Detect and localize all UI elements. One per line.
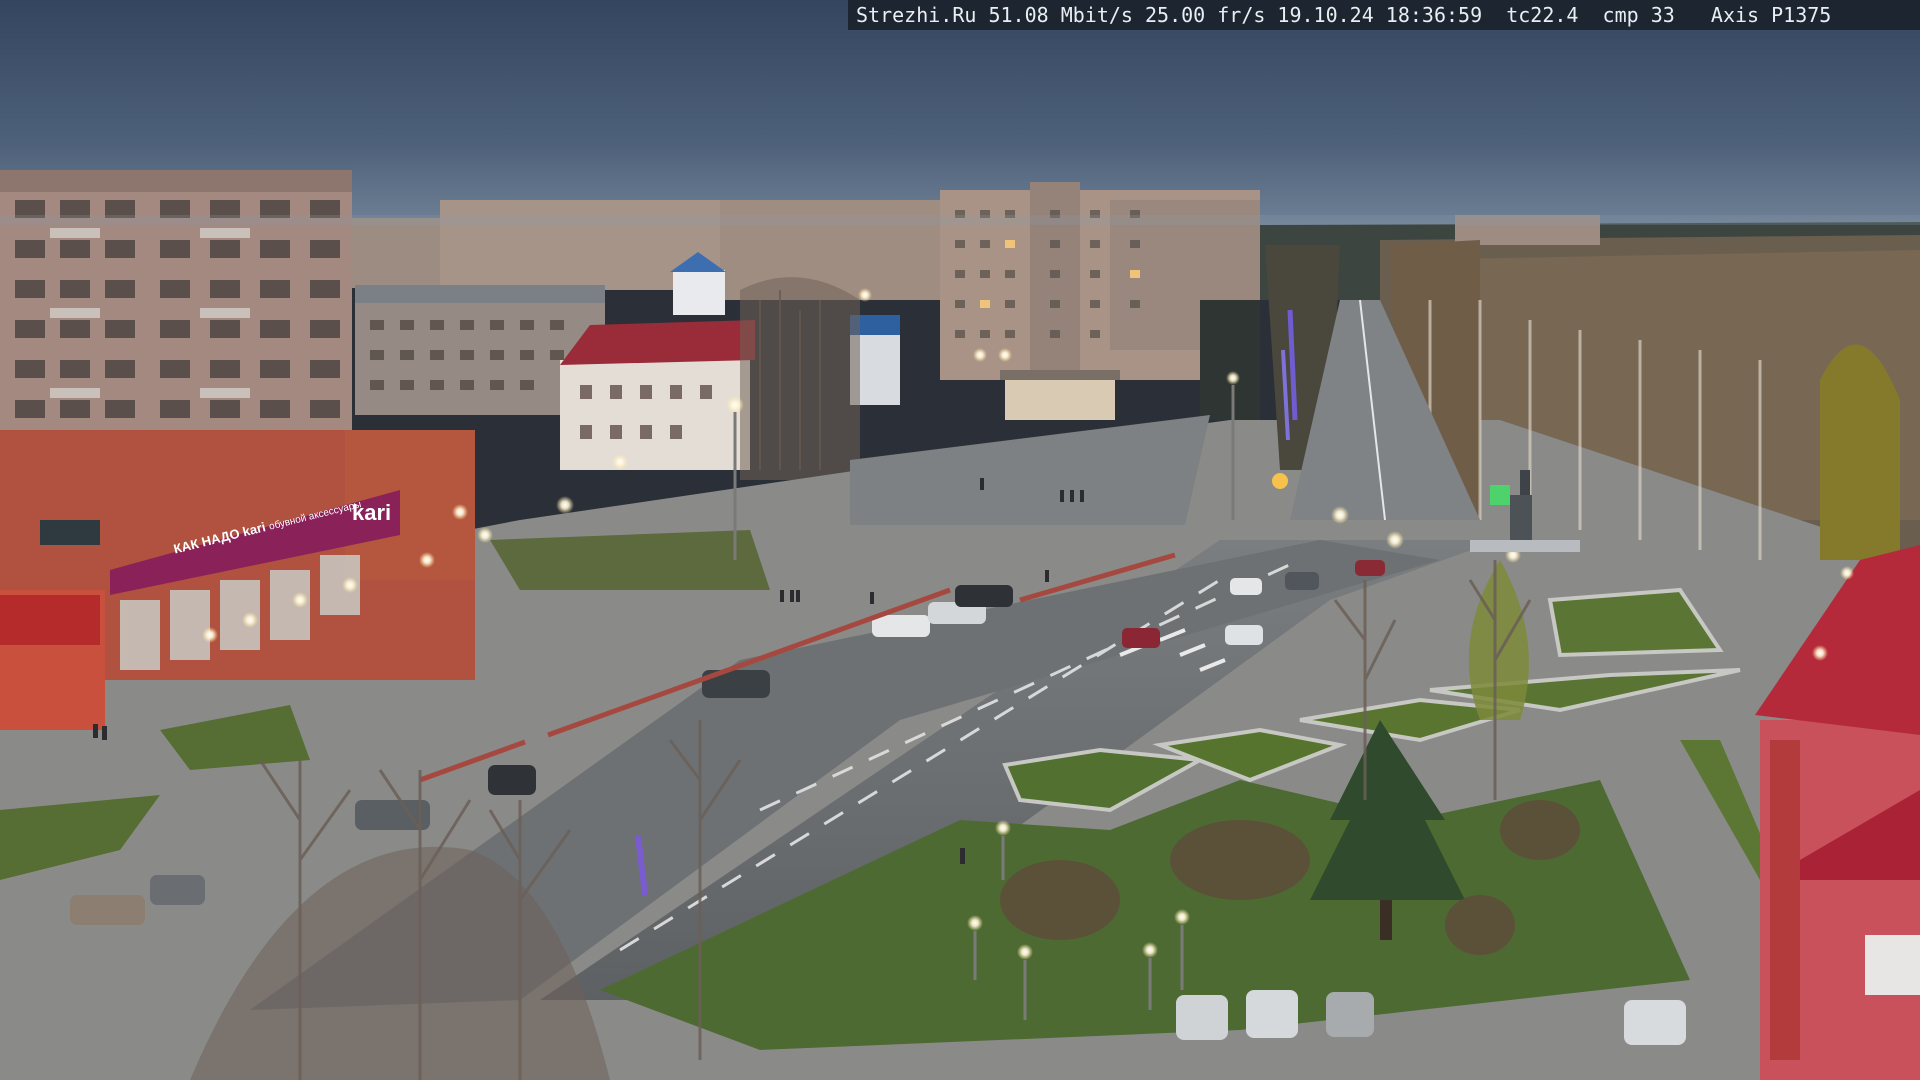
street-scene [0, 0, 1920, 1080]
camera-frame: kari КАК НАДО kari обувной аксессуары St… [0, 0, 1920, 1080]
camera-overlay-text: Strezhi.Ru 51.08 Mbit/s 25.00 fr/s 19.10… [848, 0, 1920, 30]
red-roof-building [560, 360, 750, 470]
